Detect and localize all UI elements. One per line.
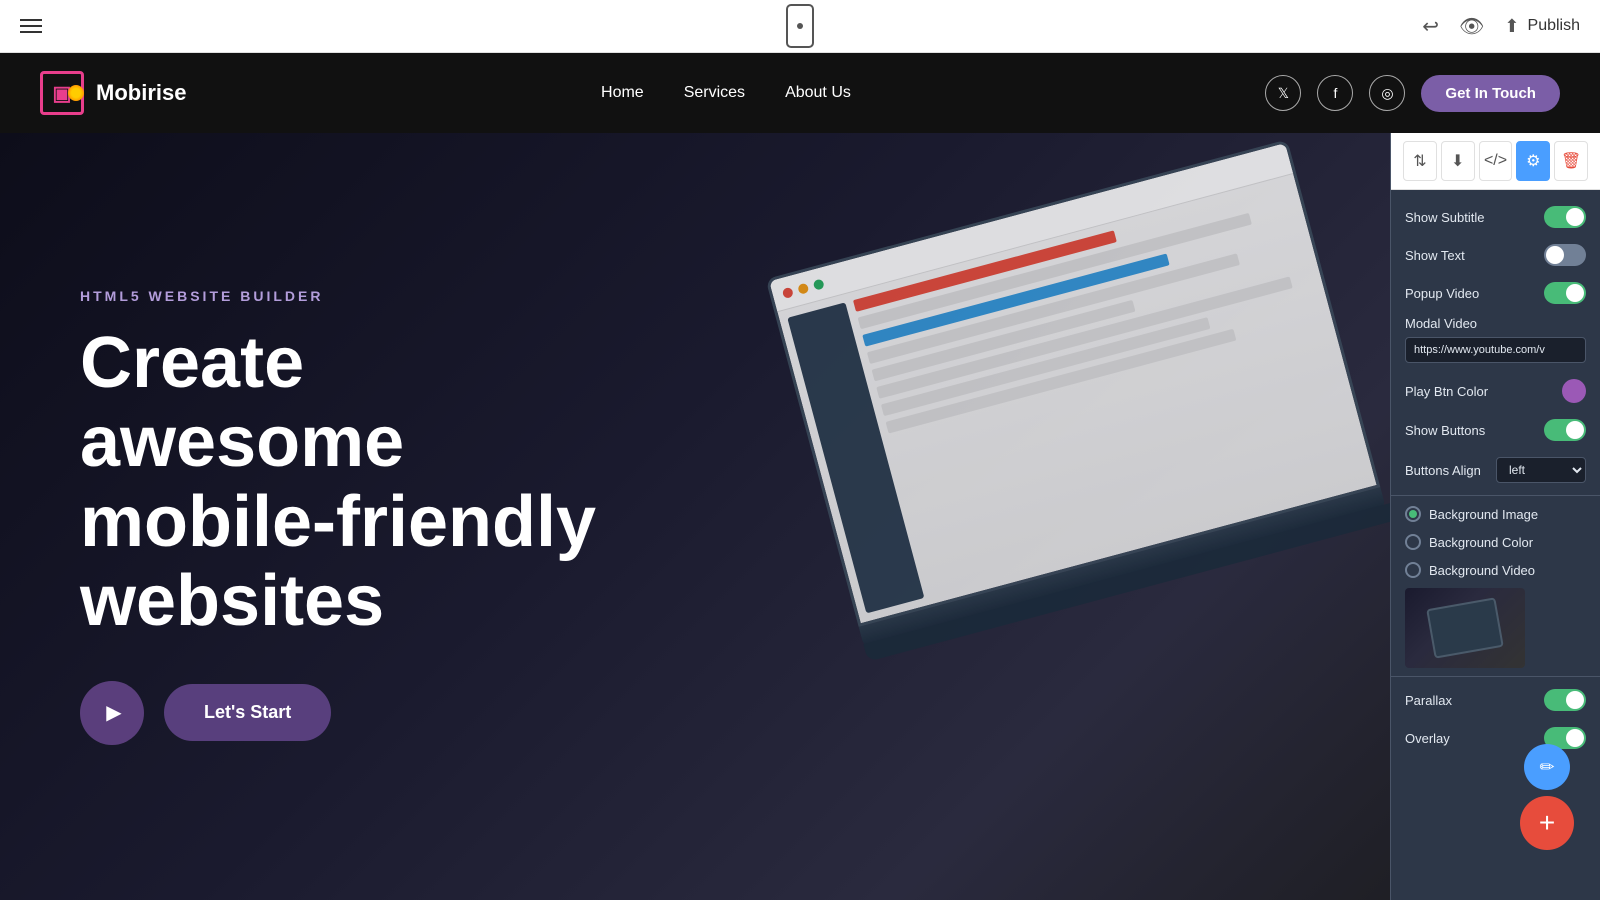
panel-sort-button[interactable]: ⇅ <box>1403 141 1437 181</box>
panel-content: Show Subtitle Show Text Popu <box>1391 190 1600 900</box>
nav-item-services[interactable]: Services <box>684 84 745 102</box>
toolbar-right: ↩ 👁 ⬆ Publish <box>1422 14 1580 39</box>
parallax-toggle[interactable] <box>1544 689 1586 711</box>
show-text-toggle[interactable] <box>1544 244 1586 266</box>
twitter-icon[interactable]: 𝕏 <box>1265 75 1301 111</box>
right-panel: ⇅ ⬇ </> ⚙ 🗑 Show Subtitle Show <box>1390 133 1600 900</box>
nav-item-home[interactable]: Home <box>601 84 644 102</box>
logo-text: Mobirise <box>96 80 186 106</box>
site-logo: ▣ Mobirise <box>40 71 186 115</box>
instagram-icon[interactable]: ◎ <box>1369 75 1405 111</box>
hamburger-icon[interactable] <box>20 19 42 33</box>
buttons-align-row: Buttons Align left center right <box>1391 449 1600 491</box>
nav-item-about[interactable]: About Us <box>785 84 851 102</box>
panel-toolbar: ⇅ ⬇ </> ⚙ 🗑 <box>1391 133 1600 190</box>
show-buttons-label: Show Buttons <box>1405 423 1485 438</box>
modal-video-input[interactable] <box>1405 337 1586 363</box>
buttons-align-select[interactable]: left center right <box>1496 457 1586 483</box>
show-subtitle-row: Show Subtitle <box>1391 198 1600 236</box>
lets-start-button[interactable]: Let's Start <box>164 684 331 741</box>
site-navbar: ▣ Mobirise Home Services About Us 𝕏 f ◎ … <box>0 53 1600 133</box>
logo-icon: ▣ <box>40 71 84 115</box>
panel-delete-button[interactable]: 🗑 <box>1554 141 1588 181</box>
fab-edit-button[interactable]: ✏ <box>1524 744 1570 790</box>
overlay-label: Overlay <box>1405 731 1450 746</box>
show-subtitle-toggle[interactable] <box>1544 206 1586 228</box>
undo-icon[interactable]: ↩ <box>1422 14 1439 39</box>
site-nav: Home Services About Us <box>601 84 851 102</box>
fab-add-button[interactable]: + <box>1520 796 1574 850</box>
get-in-touch-button[interactable]: Get In Touch <box>1421 75 1560 112</box>
preview-area: ▣ Mobirise Home Services About Us 𝕏 f ◎ … <box>0 53 1600 900</box>
show-buttons-row: Show Buttons <box>1391 411 1600 449</box>
overlay-row: Overlay <box>1391 719 1600 757</box>
bg-video-radio <box>1405 562 1421 578</box>
toolbar-left <box>20 19 42 33</box>
hero-subtitle: HTML5 WEBSITE BUILDER <box>80 288 600 304</box>
bg-image-radio <box>1405 506 1421 522</box>
buttons-align-label: Buttons Align <box>1405 463 1481 478</box>
parallax-label: Parallax <box>1405 693 1452 708</box>
modal-video-label: Modal Video <box>1405 316 1586 331</box>
facebook-icon[interactable]: f <box>1317 75 1353 111</box>
hero-buttons: Let's Start <box>80 681 600 745</box>
panel-code-button[interactable]: </> <box>1479 141 1513 181</box>
parallax-row: Parallax <box>1391 681 1600 719</box>
play-button[interactable] <box>80 681 144 745</box>
play-btn-color-label: Play Btn Color <box>1405 384 1488 399</box>
show-text-label: Show Text <box>1405 248 1465 263</box>
bg-video-label: Background Video <box>1429 563 1535 578</box>
bg-color-radio <box>1405 534 1421 550</box>
popup-video-label: Popup Video <box>1405 286 1479 301</box>
popup-video-row: Popup Video <box>1391 274 1600 312</box>
panel-divider-1 <box>1391 495 1600 496</box>
panel-divider-2 <box>1391 676 1600 677</box>
top-toolbar: ↩ 👁 ⬆ Publish <box>0 0 1600 53</box>
bg-thumbnail-laptop <box>1426 597 1504 658</box>
play-btn-color-row: Play Btn Color <box>1391 371 1600 411</box>
hero-section: HTML5 WEBSITE BUILDER Create awesome mob… <box>0 133 1600 900</box>
site-nav-right: 𝕏 f ◎ Get In Touch <box>1265 75 1560 112</box>
bg-video-option[interactable]: Background Video <box>1391 556 1600 584</box>
show-text-row: Show Text <box>1391 236 1600 274</box>
bg-color-label: Background Color <box>1429 535 1533 550</box>
bg-color-option[interactable]: Background Color <box>1391 528 1600 556</box>
upload-icon: ⬆ <box>1504 16 1519 37</box>
modal-video-section: Modal Video <box>1391 312 1600 371</box>
popup-video-toggle[interactable] <box>1544 282 1586 304</box>
phone-preview-icon[interactable] <box>786 4 814 48</box>
preview-icon[interactable]: 👁 <box>1459 14 1484 39</box>
panel-download-button[interactable]: ⬇ <box>1441 141 1475 181</box>
show-subtitle-label: Show Subtitle <box>1405 210 1485 225</box>
bg-image-option[interactable]: Background Image <box>1391 500 1600 528</box>
hero-content: HTML5 WEBSITE BUILDER Create awesome mob… <box>0 288 600 745</box>
publish-button[interactable]: ⬆ Publish <box>1504 16 1580 37</box>
bg-image-label: Background Image <box>1429 507 1538 522</box>
show-buttons-toggle[interactable] <box>1544 419 1586 441</box>
panel-settings-button[interactable]: ⚙ <box>1516 141 1550 181</box>
toolbar-center <box>786 4 814 48</box>
bg-thumbnail <box>1405 588 1525 668</box>
hero-title: Create awesome mobile-friendly websites <box>80 324 600 641</box>
play-btn-color-swatch[interactable] <box>1562 379 1586 403</box>
